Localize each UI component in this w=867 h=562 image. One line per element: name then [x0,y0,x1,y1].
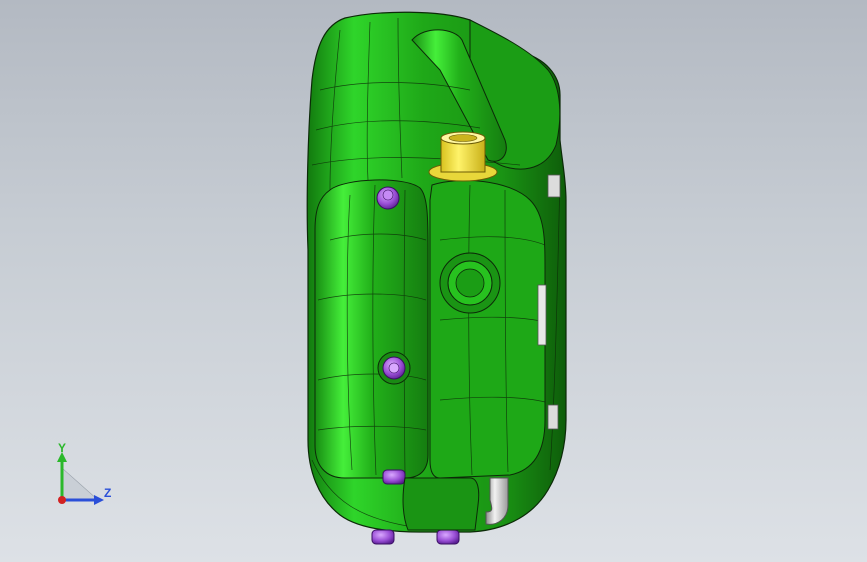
3d-viewport[interactable]: Y Z [0,0,867,562]
front-left-panel [314,179,429,479]
bottom-sump [402,477,480,531]
bolt-bottom-2[interactable] [371,529,395,545]
bolt-bottom-1[interactable] [382,469,406,485]
axis-triad: Y Z [40,438,130,518]
axis-triad-graphic [57,452,104,505]
bolt-top[interactable] [376,186,400,210]
y-axis-label: Y [58,441,67,455]
triad-plane [61,467,99,501]
x-axis-dot [58,496,66,504]
bolt-middle[interactable] [377,351,411,385]
fuel-tank-model[interactable] [0,0,867,562]
z-axis-label: Z [104,486,112,500]
sender-unit-port[interactable] [439,252,501,314]
z-axis-arrow [94,495,104,505]
front-right-panel [429,179,546,479]
bolt-bottom-3[interactable] [436,529,460,545]
